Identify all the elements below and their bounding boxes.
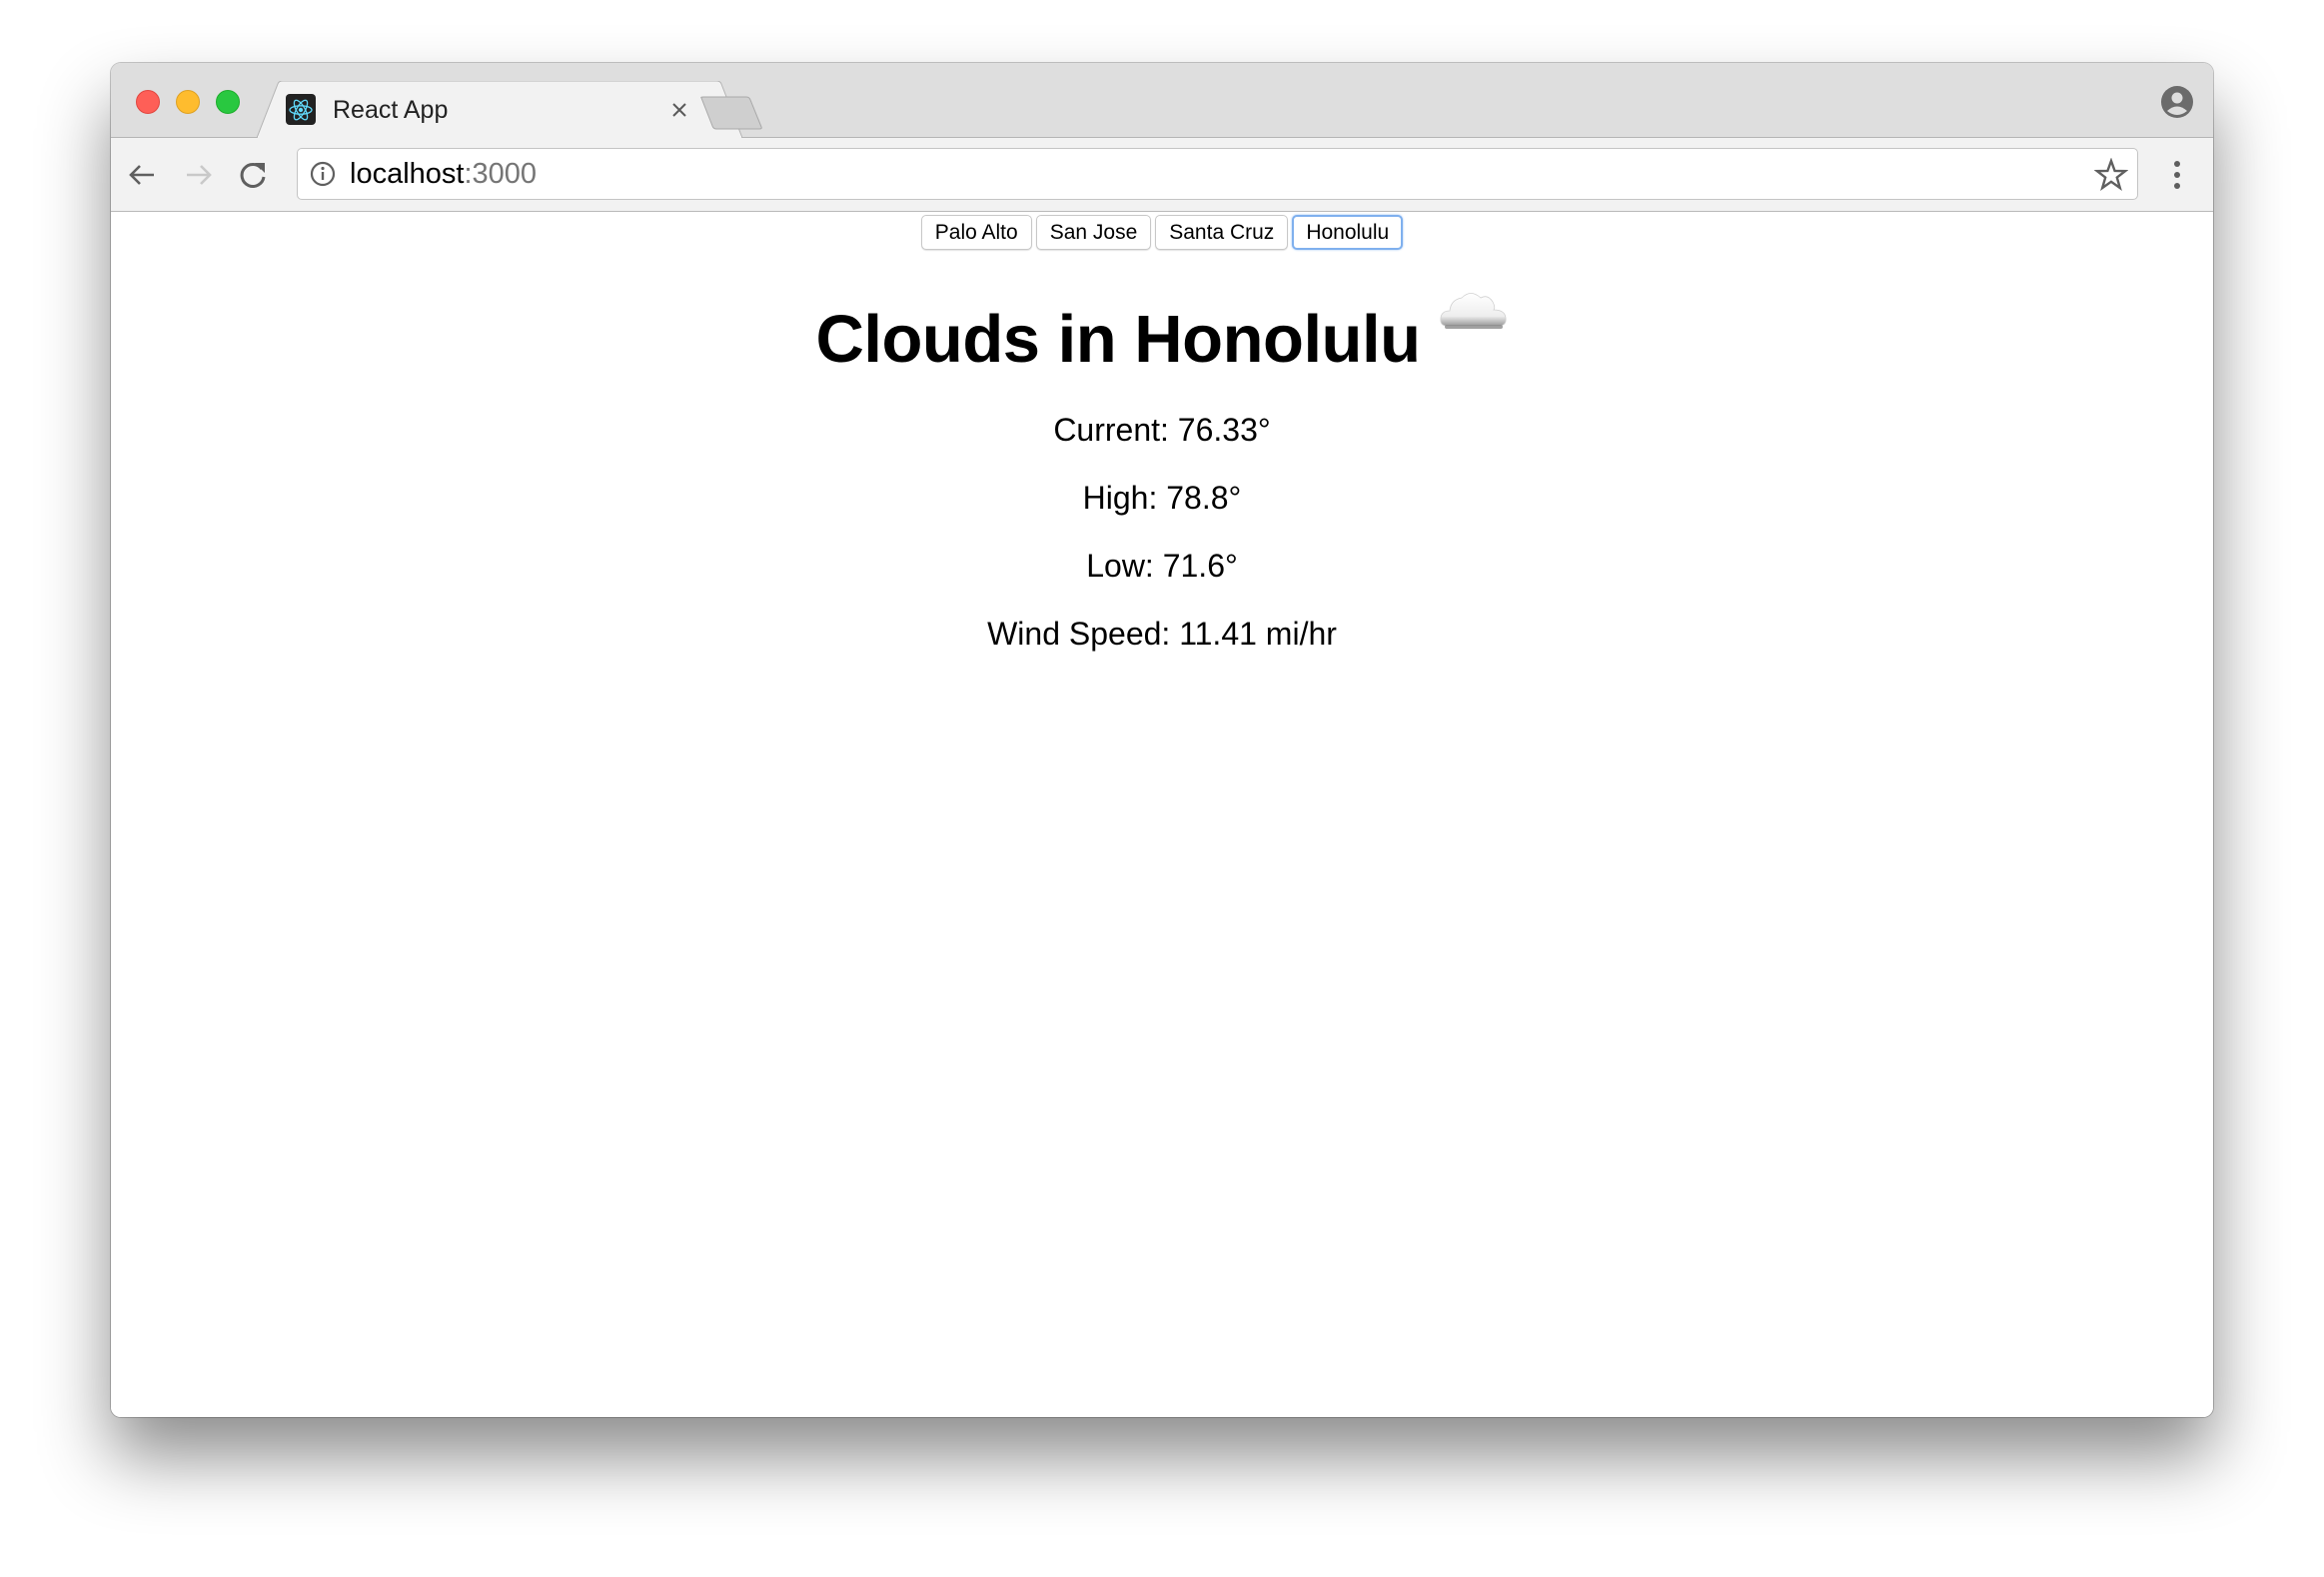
browser-window: React App localhost:3000 Palo Alto San J… [111, 63, 2213, 1417]
url-port: :3000 [464, 158, 538, 190]
weather-stats: Current: 76.33° High: 78.8° Low: 71.6° W… [111, 412, 2213, 652]
wind-speed: Wind Speed: 11.41 mi/hr [987, 616, 1337, 652]
high-temperature: High: 78.8° [1082, 480, 1242, 516]
tab-react-app[interactable]: React App [257, 81, 742, 138]
zoom-window-button[interactable] [216, 90, 240, 114]
site-info-icon[interactable] [310, 161, 336, 187]
weather-heading-row: Clouds in Honolulu [111, 293, 2213, 380]
browser-toolbar: localhost:3000 [111, 138, 2213, 212]
city-button-palo-alto[interactable]: Palo Alto [920, 215, 1032, 250]
address-bar[interactable]: localhost:3000 [297, 148, 2138, 200]
url-text[interactable]: localhost:3000 [350, 158, 537, 190]
reload-icon[interactable] [236, 158, 270, 192]
react-logo-icon [286, 94, 316, 125]
cloud-icon [1439, 288, 1509, 332]
profile-icon[interactable] [2160, 85, 2194, 119]
page-content: Palo Alto San Jose Santa Cruz Honolulu Clou… [111, 212, 2213, 1417]
tab-strip: React App [111, 63, 2213, 138]
url-host: localhost [350, 158, 465, 190]
current-temperature: Current: 76.33° [1053, 412, 1271, 448]
tab-close-icon[interactable] [664, 95, 694, 125]
browser-menu-icon[interactable] [2160, 156, 2194, 194]
new-tab-button[interactable] [699, 96, 763, 130]
city-button-san-jose[interactable]: San Jose [1035, 215, 1152, 250]
close-window-button[interactable] [136, 90, 160, 114]
tab-title: React App [333, 96, 449, 124]
weather-heading: Clouds in Honolulu [815, 302, 1421, 377]
minimize-window-button[interactable] [176, 90, 200, 114]
city-button-santa-cruz[interactable]: Santa Cruz [1155, 215, 1289, 250]
low-temperature: Low: 71.6° [1086, 548, 1238, 584]
back-arrow-icon[interactable] [125, 158, 159, 192]
city-selector: Palo Alto San Jose Santa Cruz Honolulu [111, 215, 2213, 250]
city-button-honolulu[interactable]: Honolulu [1292, 215, 1404, 250]
bookmark-star-icon[interactable] [2093, 157, 2129, 192]
forward-arrow-icon[interactable] [182, 158, 216, 192]
